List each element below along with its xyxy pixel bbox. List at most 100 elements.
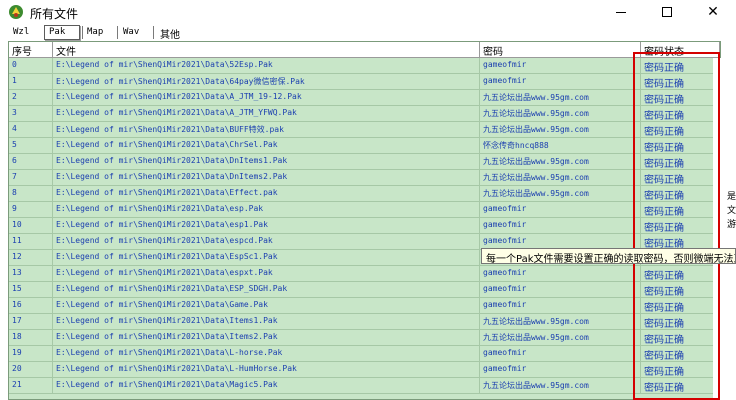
row-index: 11 bbox=[9, 234, 53, 250]
row-file-path: E:\Legend of mir\ShenQiMir2021\Data\Item… bbox=[53, 314, 480, 330]
row-password: 怀念传奇hncq888 bbox=[480, 138, 641, 154]
row-file-path: E:\Legend of mir\ShenQiMir2021\Data\Magi… bbox=[53, 378, 480, 394]
row-password: 九五论坛出品www.95gm.com bbox=[480, 106, 641, 122]
table-row[interactable]: 3 E:\Legend of mir\ShenQiMir2021\Data\A_J… bbox=[9, 106, 720, 122]
row-password-status: 密码正确 bbox=[641, 138, 720, 154]
row-password-status: 密码正确 bbox=[641, 58, 720, 74]
row-file-path: E:\Legend of mir\ShenQiMir2021\Data\DnIt… bbox=[53, 170, 480, 186]
row-index: 16 bbox=[9, 298, 53, 314]
clipped-side-char: 游 bbox=[727, 220, 736, 230]
row-index: 6 bbox=[9, 154, 53, 170]
table-row[interactable]: 4 E:\Legend of mir\ShenQiMir2021\Data\BUF… bbox=[9, 122, 720, 138]
row-password-status: 密码正确 bbox=[641, 202, 720, 218]
row-password: gameofmir bbox=[480, 282, 641, 298]
row-index: 15 bbox=[9, 282, 53, 298]
table-row[interactable]: 18 E:\Legend of mir\ShenQiMir2021\Data\It… bbox=[9, 330, 720, 346]
row-password: gameofmir bbox=[480, 346, 641, 362]
row-index: 21 bbox=[9, 378, 53, 394]
row-index: 1 bbox=[9, 74, 53, 90]
table-row[interactable]: 21 E:\Legend of mir\ShenQiMir2021\Data\Ma… bbox=[9, 378, 720, 394]
table-row[interactable]: 19 E:\Legend of mir\ShenQiMir2021\Data\L-… bbox=[9, 346, 720, 362]
row-password: 九五论坛出品www.95gm.com bbox=[480, 170, 641, 186]
row-file-path: E:\Legend of mir\ShenQiMir2021\Data\A_JT… bbox=[53, 106, 480, 122]
row-password-status: 密码正确 bbox=[641, 170, 720, 186]
row-password: 九五论坛出品www.95gm.com bbox=[480, 90, 641, 106]
tab-wav[interactable]: Wav bbox=[118, 25, 144, 40]
row-password-status: 密码正确 bbox=[641, 218, 720, 234]
maximize-button[interactable] bbox=[644, 0, 690, 24]
row-index: 7 bbox=[9, 170, 53, 186]
row-password-status: 密码正确 bbox=[641, 378, 720, 394]
row-file-path: E:\Legend of mir\ShenQiMir2021\Data\L-Hu… bbox=[53, 362, 480, 378]
row-password-status: 密码正确 bbox=[641, 314, 720, 330]
table-row[interactable]: 5 E:\Legend of mir\ShenQiMir2021\Data\Chr… bbox=[9, 138, 720, 154]
row-index: 8 bbox=[9, 186, 53, 202]
column-header-password-status[interactable]: 密码状态 bbox=[641, 42, 720, 58]
window-title: 所有文件 bbox=[30, 7, 79, 21]
tab-bar: Wzl Pak Map Wav 其他 bbox=[0, 24, 736, 41]
table-row[interactable]: 8 E:\Legend of mir\ShenQiMir2021\Data\Eff… bbox=[9, 186, 720, 202]
row-file-path: E:\Legend of mir\ShenQiMir2021\Data\esp.… bbox=[53, 202, 480, 218]
table-row[interactable]: 0 E:\Legend of mir\ShenQiMir2021\Data\52E… bbox=[9, 58, 720, 74]
row-password-status: 密码正确 bbox=[641, 330, 720, 346]
table-row[interactable]: 6 E:\Legend of mir\ShenQiMir2021\Data\DnI… bbox=[9, 154, 720, 170]
clipped-side-text: 是文游 bbox=[727, 190, 736, 232]
row-password-status: 密码正确 bbox=[641, 266, 720, 282]
minimize-button[interactable] bbox=[598, 0, 644, 24]
table-row[interactable]: 10 E:\Legend of mir\ShenQiMir2021\Data\es… bbox=[9, 218, 720, 234]
row-password-status: 密码正确 bbox=[641, 282, 720, 298]
row-password: 九五论坛出品www.95gm.com bbox=[480, 378, 641, 394]
row-file-path: E:\Legend of mir\ShenQiMir2021\Data\EspS… bbox=[53, 250, 480, 266]
row-index: 12 bbox=[9, 250, 53, 266]
row-password-status: 密码正确 bbox=[641, 90, 720, 106]
row-index: 18 bbox=[9, 330, 53, 346]
row-file-path: E:\Legend of mir\ShenQiMir2021\Data\A_JT… bbox=[53, 90, 480, 106]
row-password-status: 密码正确 bbox=[641, 154, 720, 170]
clipped-side-char: 文 bbox=[727, 206, 736, 216]
table-row[interactable]: 2 E:\Legend of mir\ShenQiMir2021\Data\A_J… bbox=[9, 90, 720, 106]
row-password-status: 密码正确 bbox=[641, 186, 720, 202]
tab-map[interactable]: Map bbox=[82, 25, 108, 40]
table-row[interactable]: 15 E:\Legend of mir\ShenQiMir2021\Data\ES… bbox=[9, 282, 720, 298]
table-row[interactable]: 16 E:\Legend of mir\ShenQiMir2021\Data\Ga… bbox=[9, 298, 720, 314]
tooltip: 每一个Pak文件需要设置正确的读取密码，否则微端无法正常读 bbox=[481, 248, 736, 264]
row-index: 2 bbox=[9, 90, 53, 106]
row-index: 17 bbox=[9, 314, 53, 330]
tab-other[interactable]: 其他 bbox=[155, 25, 185, 41]
row-password: 九五论坛出品www.95gm.com bbox=[480, 314, 641, 330]
column-header-file[interactable]: 文件 bbox=[53, 42, 480, 58]
table-row[interactable]: 9 E:\Legend of mir\ShenQiMir2021\Data\esp… bbox=[9, 202, 720, 218]
row-index: 10 bbox=[9, 218, 53, 234]
row-file-path: E:\Legend of mir\ShenQiMir2021\Data\Item… bbox=[53, 330, 480, 346]
tab-pak[interactable]: Pak bbox=[44, 25, 80, 40]
clipped-side-char: 是 bbox=[727, 192, 736, 202]
row-password: gameofmir bbox=[480, 266, 641, 282]
row-password: gameofmir bbox=[480, 362, 641, 378]
table-row[interactable]: 1 E:\Legend of mir\ShenQiMir2021\Data\64p… bbox=[9, 74, 720, 90]
row-file-path: E:\Legend of mir\ShenQiMir2021\Data\Game… bbox=[53, 298, 480, 314]
row-password-status: 密码正确 bbox=[641, 122, 720, 138]
title-bar: 所有文件 ✕ bbox=[0, 0, 736, 24]
column-header-password[interactable]: 密码 bbox=[480, 42, 641, 58]
table-row[interactable]: 17 E:\Legend of mir\ShenQiMir2021\Data\It… bbox=[9, 314, 720, 330]
row-file-path: E:\Legend of mir\ShenQiMir2021\Data\52Es… bbox=[53, 58, 480, 74]
file-table: 序号 文件 密码 密码状态 0 E:\Legend of mir\ShenQiMi… bbox=[8, 41, 721, 400]
minimize-icon bbox=[616, 11, 626, 13]
table-row[interactable]: 7 E:\Legend of mir\ShenQiMir2021\Data\DnI… bbox=[9, 170, 720, 186]
column-header-index[interactable]: 序号 bbox=[9, 42, 53, 58]
row-password: gameofmir bbox=[480, 202, 641, 218]
row-file-path: E:\Legend of mir\ShenQiMir2021\Data\L-ho… bbox=[53, 346, 480, 362]
row-password-status: 密码正确 bbox=[641, 74, 720, 90]
close-button[interactable]: ✕ bbox=[690, 0, 736, 24]
row-index: 19 bbox=[9, 346, 53, 362]
tab-wzl[interactable]: Wzl bbox=[8, 25, 34, 40]
table-row[interactable]: 20 E:\Legend of mir\ShenQiMir2021\Data\L-… bbox=[9, 362, 720, 378]
row-file-path: E:\Legend of mir\ShenQiMir2021\Data\BUFF… bbox=[53, 122, 480, 138]
row-password: 九五论坛出品www.95gm.com bbox=[480, 330, 641, 346]
table-row[interactable]: 13 E:\Legend of mir\ShenQiMir2021\Data\es… bbox=[9, 266, 720, 282]
row-file-path: E:\Legend of mir\ShenQiMir2021\Data\Effe… bbox=[53, 186, 480, 202]
vertical-scrollbar[interactable] bbox=[713, 58, 721, 400]
row-file-path: E:\Legend of mir\ShenQiMir2021\Data\64pa… bbox=[53, 74, 480, 90]
row-file-path: E:\Legend of mir\ShenQiMir2021\Data\esp1… bbox=[53, 218, 480, 234]
row-index: 13 bbox=[9, 266, 53, 282]
